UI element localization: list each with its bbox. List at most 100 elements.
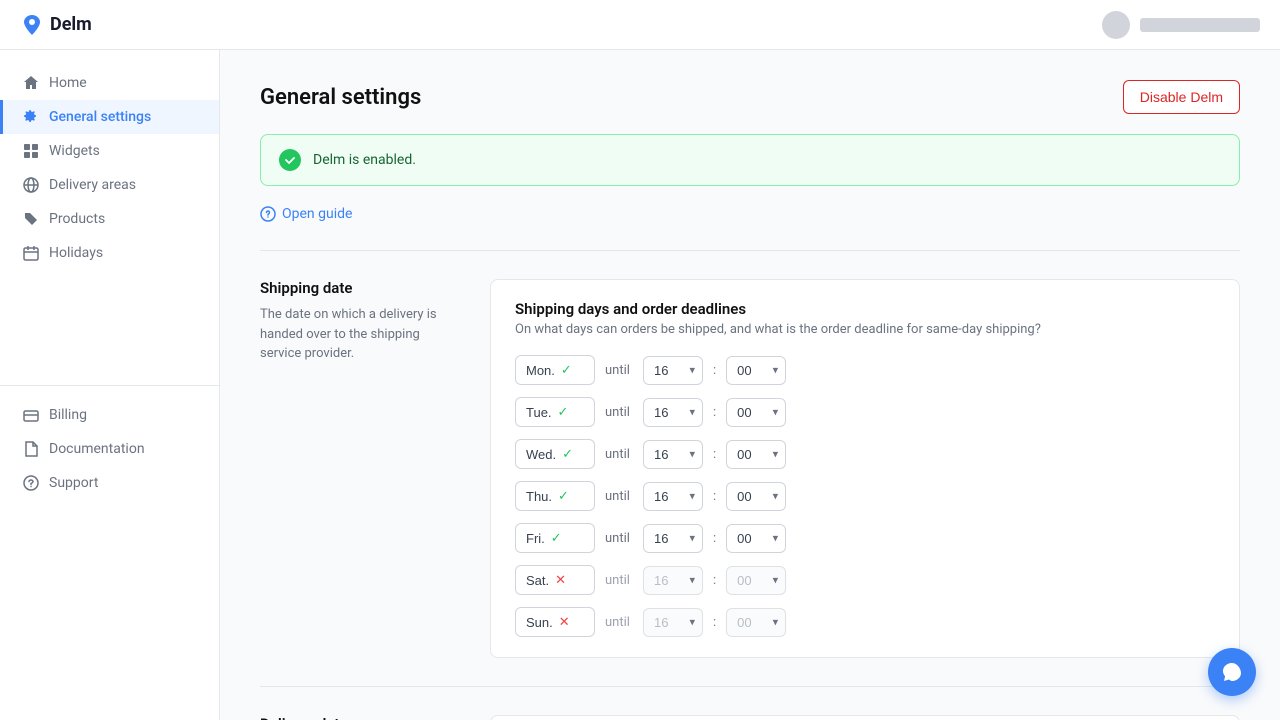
hour-select[interactable]: 0001020304050607080910111213141516171819… bbox=[643, 524, 703, 553]
until-label: until bbox=[605, 489, 633, 504]
minute-select-wrapper: 00153045 bbox=[726, 524, 786, 553]
day-label: Wed. bbox=[526, 447, 556, 462]
main-layout: Home General settings Widgets Delivery a… bbox=[0, 50, 1280, 720]
minute-select[interactable]: 00153045 bbox=[726, 566, 786, 595]
alert-text: Delm is enabled. bbox=[313, 152, 416, 168]
day-row: Mon. ✓ until 000102030405060708091011121… bbox=[515, 355, 1215, 385]
user-name bbox=[1140, 18, 1260, 32]
sidebar-item-widgets-label: Widgets bbox=[49, 143, 100, 159]
colon: : bbox=[713, 447, 716, 462]
minute-select-wrapper: 00153045 bbox=[726, 356, 786, 385]
sidebar-item-delivery-areas[interactable]: Delivery areas bbox=[0, 168, 219, 202]
minute-select-wrapper: 00153045 bbox=[726, 398, 786, 427]
sidebar-nav: Home General settings Widgets Delivery a… bbox=[0, 66, 219, 373]
sidebar-item-holidays-label: Holidays bbox=[49, 245, 103, 261]
sidebar-item-general-settings-label: General settings bbox=[49, 109, 151, 125]
minute-select[interactable]: 00153045 bbox=[726, 356, 786, 385]
day-status-icon: ✓ bbox=[558, 488, 569, 504]
day-toggle-btn[interactable]: Fri. ✓ bbox=[515, 523, 595, 553]
sidebar-item-widgets[interactable]: Widgets bbox=[0, 134, 219, 168]
sidebar-item-home[interactable]: Home bbox=[0, 66, 219, 100]
hour-select[interactable]: 0001020304050607080910111213141516171819… bbox=[643, 356, 703, 385]
success-alert: Delm is enabled. bbox=[260, 134, 1240, 186]
divider bbox=[260, 250, 1240, 251]
sidebar-bottom: Billing Documentation Support bbox=[0, 385, 219, 705]
day-status-icon: ✓ bbox=[551, 530, 562, 546]
hour-select-wrapper: 0001020304050607080910111213141516171819… bbox=[643, 566, 703, 595]
hour-select[interactable]: 0001020304050607080910111213141516171819… bbox=[643, 566, 703, 595]
sidebar-item-home-label: Home bbox=[49, 75, 87, 91]
day-toggle-btn[interactable]: Sat. ✕ bbox=[515, 565, 595, 595]
colon: : bbox=[713, 363, 716, 378]
hour-select[interactable]: 0001020304050607080910111213141516171819… bbox=[643, 398, 703, 427]
minute-select-wrapper: 00153045 bbox=[726, 608, 786, 637]
minute-select[interactable]: 00153045 bbox=[726, 440, 786, 469]
shipping-date-label: Shipping date The date on which a delive… bbox=[260, 279, 460, 658]
day-row: Wed. ✓ until 000102030405060708091011121… bbox=[515, 439, 1215, 469]
open-guide-label: Open guide bbox=[282, 206, 352, 222]
shipping-days-subtitle: On what days can orders be shipped, and … bbox=[515, 322, 1215, 337]
day-row: Sat. ✕ until 000102030405060708091011121… bbox=[515, 565, 1215, 595]
minute-select[interactable]: 00153045 bbox=[726, 524, 786, 553]
day-toggle-btn[interactable]: Tue. ✓ bbox=[515, 397, 595, 427]
minute-select-wrapper: 00153045 bbox=[726, 440, 786, 469]
docs-icon bbox=[23, 441, 39, 457]
sidebar-item-products[interactable]: Products bbox=[0, 202, 219, 236]
gear-icon bbox=[23, 109, 39, 125]
minute-select[interactable]: 00153045 bbox=[726, 608, 786, 637]
require-customer-card: Require customer location match Display … bbox=[490, 715, 1240, 720]
day-label: Tue. bbox=[526, 405, 552, 420]
checkmark-icon bbox=[284, 154, 296, 166]
hour-select-wrapper: 0001020304050607080910111213141516171819… bbox=[643, 608, 703, 637]
main-content: General settings Disable Delm Delm is en… bbox=[220, 50, 1280, 720]
colon: : bbox=[713, 573, 716, 588]
topbar: Delm bbox=[0, 0, 1280, 50]
open-guide-link[interactable]: Open guide bbox=[260, 206, 1240, 222]
until-label: until bbox=[605, 447, 633, 462]
hour-select[interactable]: 0001020304050607080910111213141516171819… bbox=[643, 608, 703, 637]
sidebar-item-documentation[interactable]: Documentation bbox=[0, 432, 219, 466]
until-label: until bbox=[605, 615, 633, 630]
logo-text: Delm bbox=[50, 14, 92, 35]
colon: : bbox=[713, 489, 716, 504]
day-toggle-btn[interactable]: Sun. ✕ bbox=[515, 607, 595, 637]
day-toggle-btn[interactable]: Mon. ✓ bbox=[515, 355, 595, 385]
logo: Delm bbox=[20, 13, 92, 37]
day-status-icon: ✕ bbox=[555, 572, 566, 588]
day-toggle-btn[interactable]: Wed. ✓ bbox=[515, 439, 595, 469]
sidebar-item-holidays[interactable]: Holidays bbox=[0, 236, 219, 270]
home-icon bbox=[23, 75, 39, 91]
hour-select-wrapper: 0001020304050607080910111213141516171819… bbox=[643, 524, 703, 553]
hour-select[interactable]: 0001020304050607080910111213141516171819… bbox=[643, 482, 703, 511]
minute-select[interactable]: 00153045 bbox=[726, 482, 786, 511]
day-row: Thu. ✓ until 000102030405060708091011121… bbox=[515, 481, 1215, 511]
delivery-date-title: Delivery date bbox=[260, 715, 460, 720]
sidebar-item-support[interactable]: Support bbox=[0, 466, 219, 500]
sidebar-item-support-label: Support bbox=[49, 475, 98, 491]
chat-button[interactable] bbox=[1208, 648, 1256, 696]
require-customer-card-wrapper: Require customer location match Display … bbox=[490, 715, 1240, 720]
shipping-days-card-wrapper: Shipping days and order deadlines On wha… bbox=[490, 279, 1240, 658]
day-row: Fri. ✓ until 000102030405060708091011121… bbox=[515, 523, 1215, 553]
day-toggle-btn[interactable]: Thu. ✓ bbox=[515, 481, 595, 511]
hour-select-wrapper: 0001020304050607080910111213141516171819… bbox=[643, 482, 703, 511]
colon: : bbox=[713, 531, 716, 546]
day-label: Sat. bbox=[526, 573, 549, 588]
day-label: Mon. bbox=[526, 363, 555, 378]
chat-icon bbox=[1221, 661, 1243, 683]
sidebar-item-billing[interactable]: Billing bbox=[0, 398, 219, 432]
topbar-right bbox=[1102, 11, 1260, 39]
shipping-date-description: The date on which a delivery is handed o… bbox=[260, 305, 460, 364]
disable-delm-button[interactable]: Disable Delm bbox=[1123, 80, 1240, 114]
app: Delm Home General settings Widgets bbox=[0, 0, 1280, 720]
minute-select-wrapper: 00153045 bbox=[726, 482, 786, 511]
hour-select[interactable]: 0001020304050607080910111213141516171819… bbox=[643, 440, 703, 469]
day-status-icon: ✓ bbox=[562, 446, 573, 462]
until-label: until bbox=[605, 363, 633, 378]
colon: : bbox=[713, 405, 716, 420]
globe-icon bbox=[23, 177, 39, 193]
shipping-days-title: Shipping days and order deadlines bbox=[515, 300, 1215, 318]
logo-icon bbox=[20, 13, 44, 37]
sidebar-item-general-settings[interactable]: General settings bbox=[0, 100, 219, 134]
minute-select[interactable]: 00153045 bbox=[726, 398, 786, 427]
